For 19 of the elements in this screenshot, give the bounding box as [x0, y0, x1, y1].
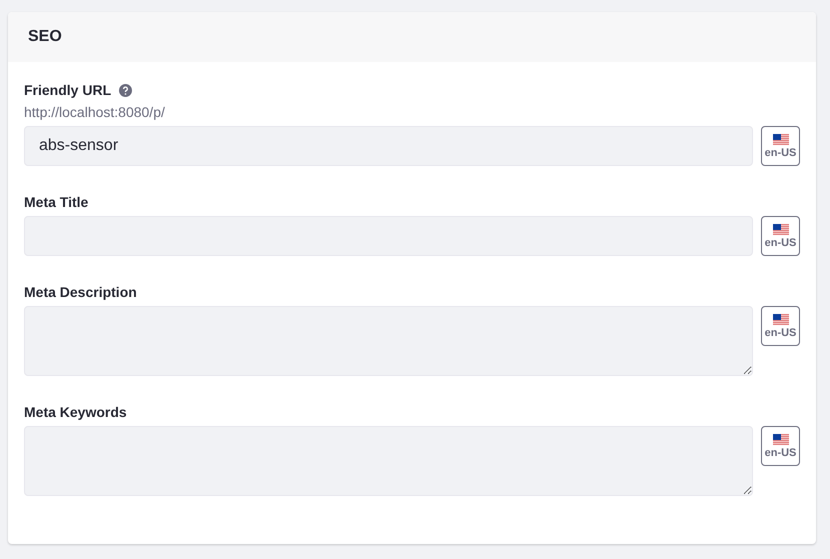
locale-button[interactable]: en-US — [761, 306, 800, 346]
url-prefix: http://localhost:8080/p/ — [24, 104, 166, 120]
flag-icon — [772, 134, 788, 144]
flag-icon — [772, 314, 788, 324]
field-label: Friendly URL — [24, 82, 112, 98]
help-icon[interactable] — [119, 84, 132, 96]
input-field[interactable]: abs-sensor — [24, 126, 753, 166]
field-label: Meta Keywords — [24, 404, 127, 420]
text-area[interactable] — [24, 306, 753, 376]
locale-button[interactable]: en-US — [761, 426, 800, 466]
flag-icon — [772, 224, 788, 234]
locale-button[interactable]: en-US — [761, 216, 800, 256]
panel-title: SEO — [28, 28, 62, 46]
field-label: Meta Title — [24, 194, 88, 210]
input-field[interactable] — [24, 216, 753, 256]
field-label: Meta Description — [24, 284, 137, 300]
text-area[interactable] — [24, 426, 753, 496]
locale-button[interactable]: en-US — [761, 126, 800, 166]
flag-icon — [772, 434, 788, 444]
